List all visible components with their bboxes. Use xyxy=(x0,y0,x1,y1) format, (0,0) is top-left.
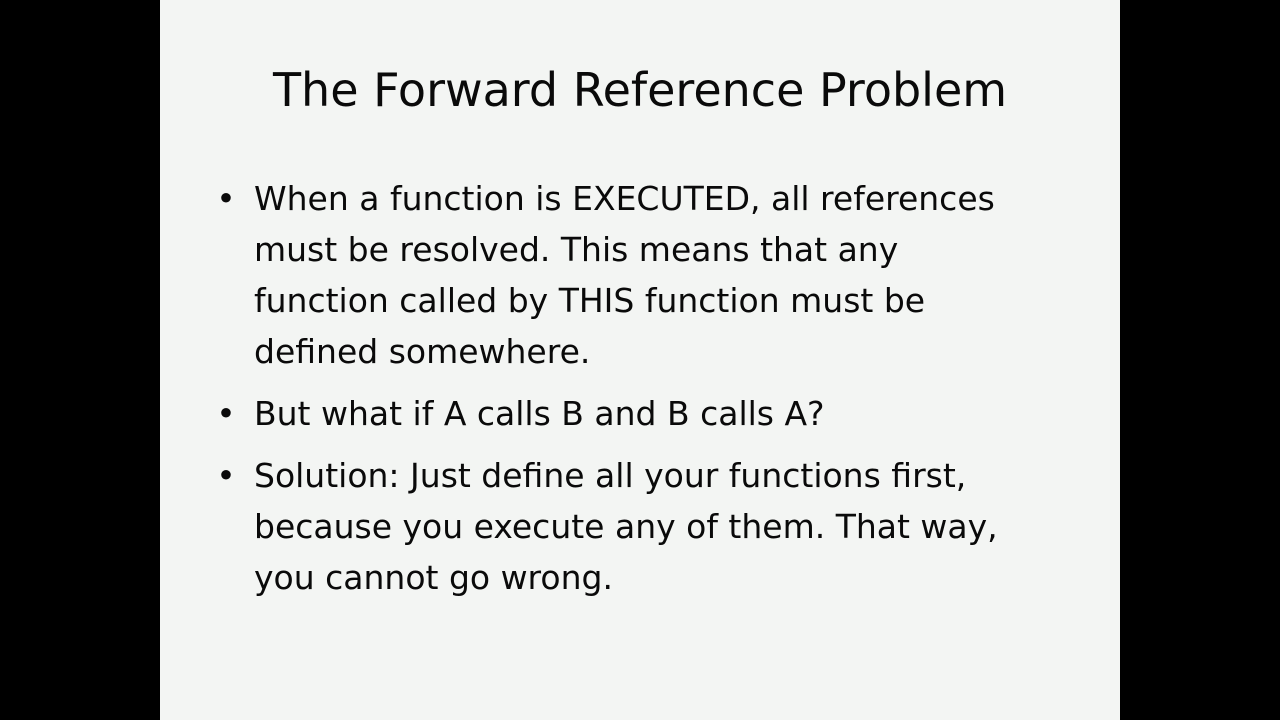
bullet-point-icon: • xyxy=(216,179,236,218)
bullet-point-icon: • xyxy=(216,394,236,433)
bullet-point-icon: • xyxy=(216,456,236,495)
bullet-line: must be resolved. This means that any xyxy=(254,230,899,269)
bullet-line: because you execute any of them. That wa… xyxy=(254,507,998,546)
bullet-item: • Solution: Just define all your functio… xyxy=(216,450,1056,603)
bullet-item: • But what if A calls B and B calls A? xyxy=(216,388,1056,439)
bullet-line: you cannot go wrong. xyxy=(254,558,613,597)
video-frame: The Forward Reference Problem • When a f… xyxy=(0,0,1280,720)
slide-title: The Forward Reference Problem xyxy=(272,63,1008,117)
bullet-line: defined somewhere. xyxy=(254,332,591,371)
bullet-line: function called by THIS function must be xyxy=(254,281,926,320)
bullet-line: But what if A calls B and B calls A? xyxy=(254,394,825,433)
bullet-line: Solution: Just define all your functions… xyxy=(254,456,967,495)
bullet-line: When a function is EXECUTED, all referen… xyxy=(254,179,995,218)
slide: The Forward Reference Problem • When a f… xyxy=(160,0,1120,720)
bullet-list: • When a function is EXECUTED, all refer… xyxy=(216,173,1056,614)
bullet-item: • When a function is EXECUTED, all refer… xyxy=(216,173,1056,377)
